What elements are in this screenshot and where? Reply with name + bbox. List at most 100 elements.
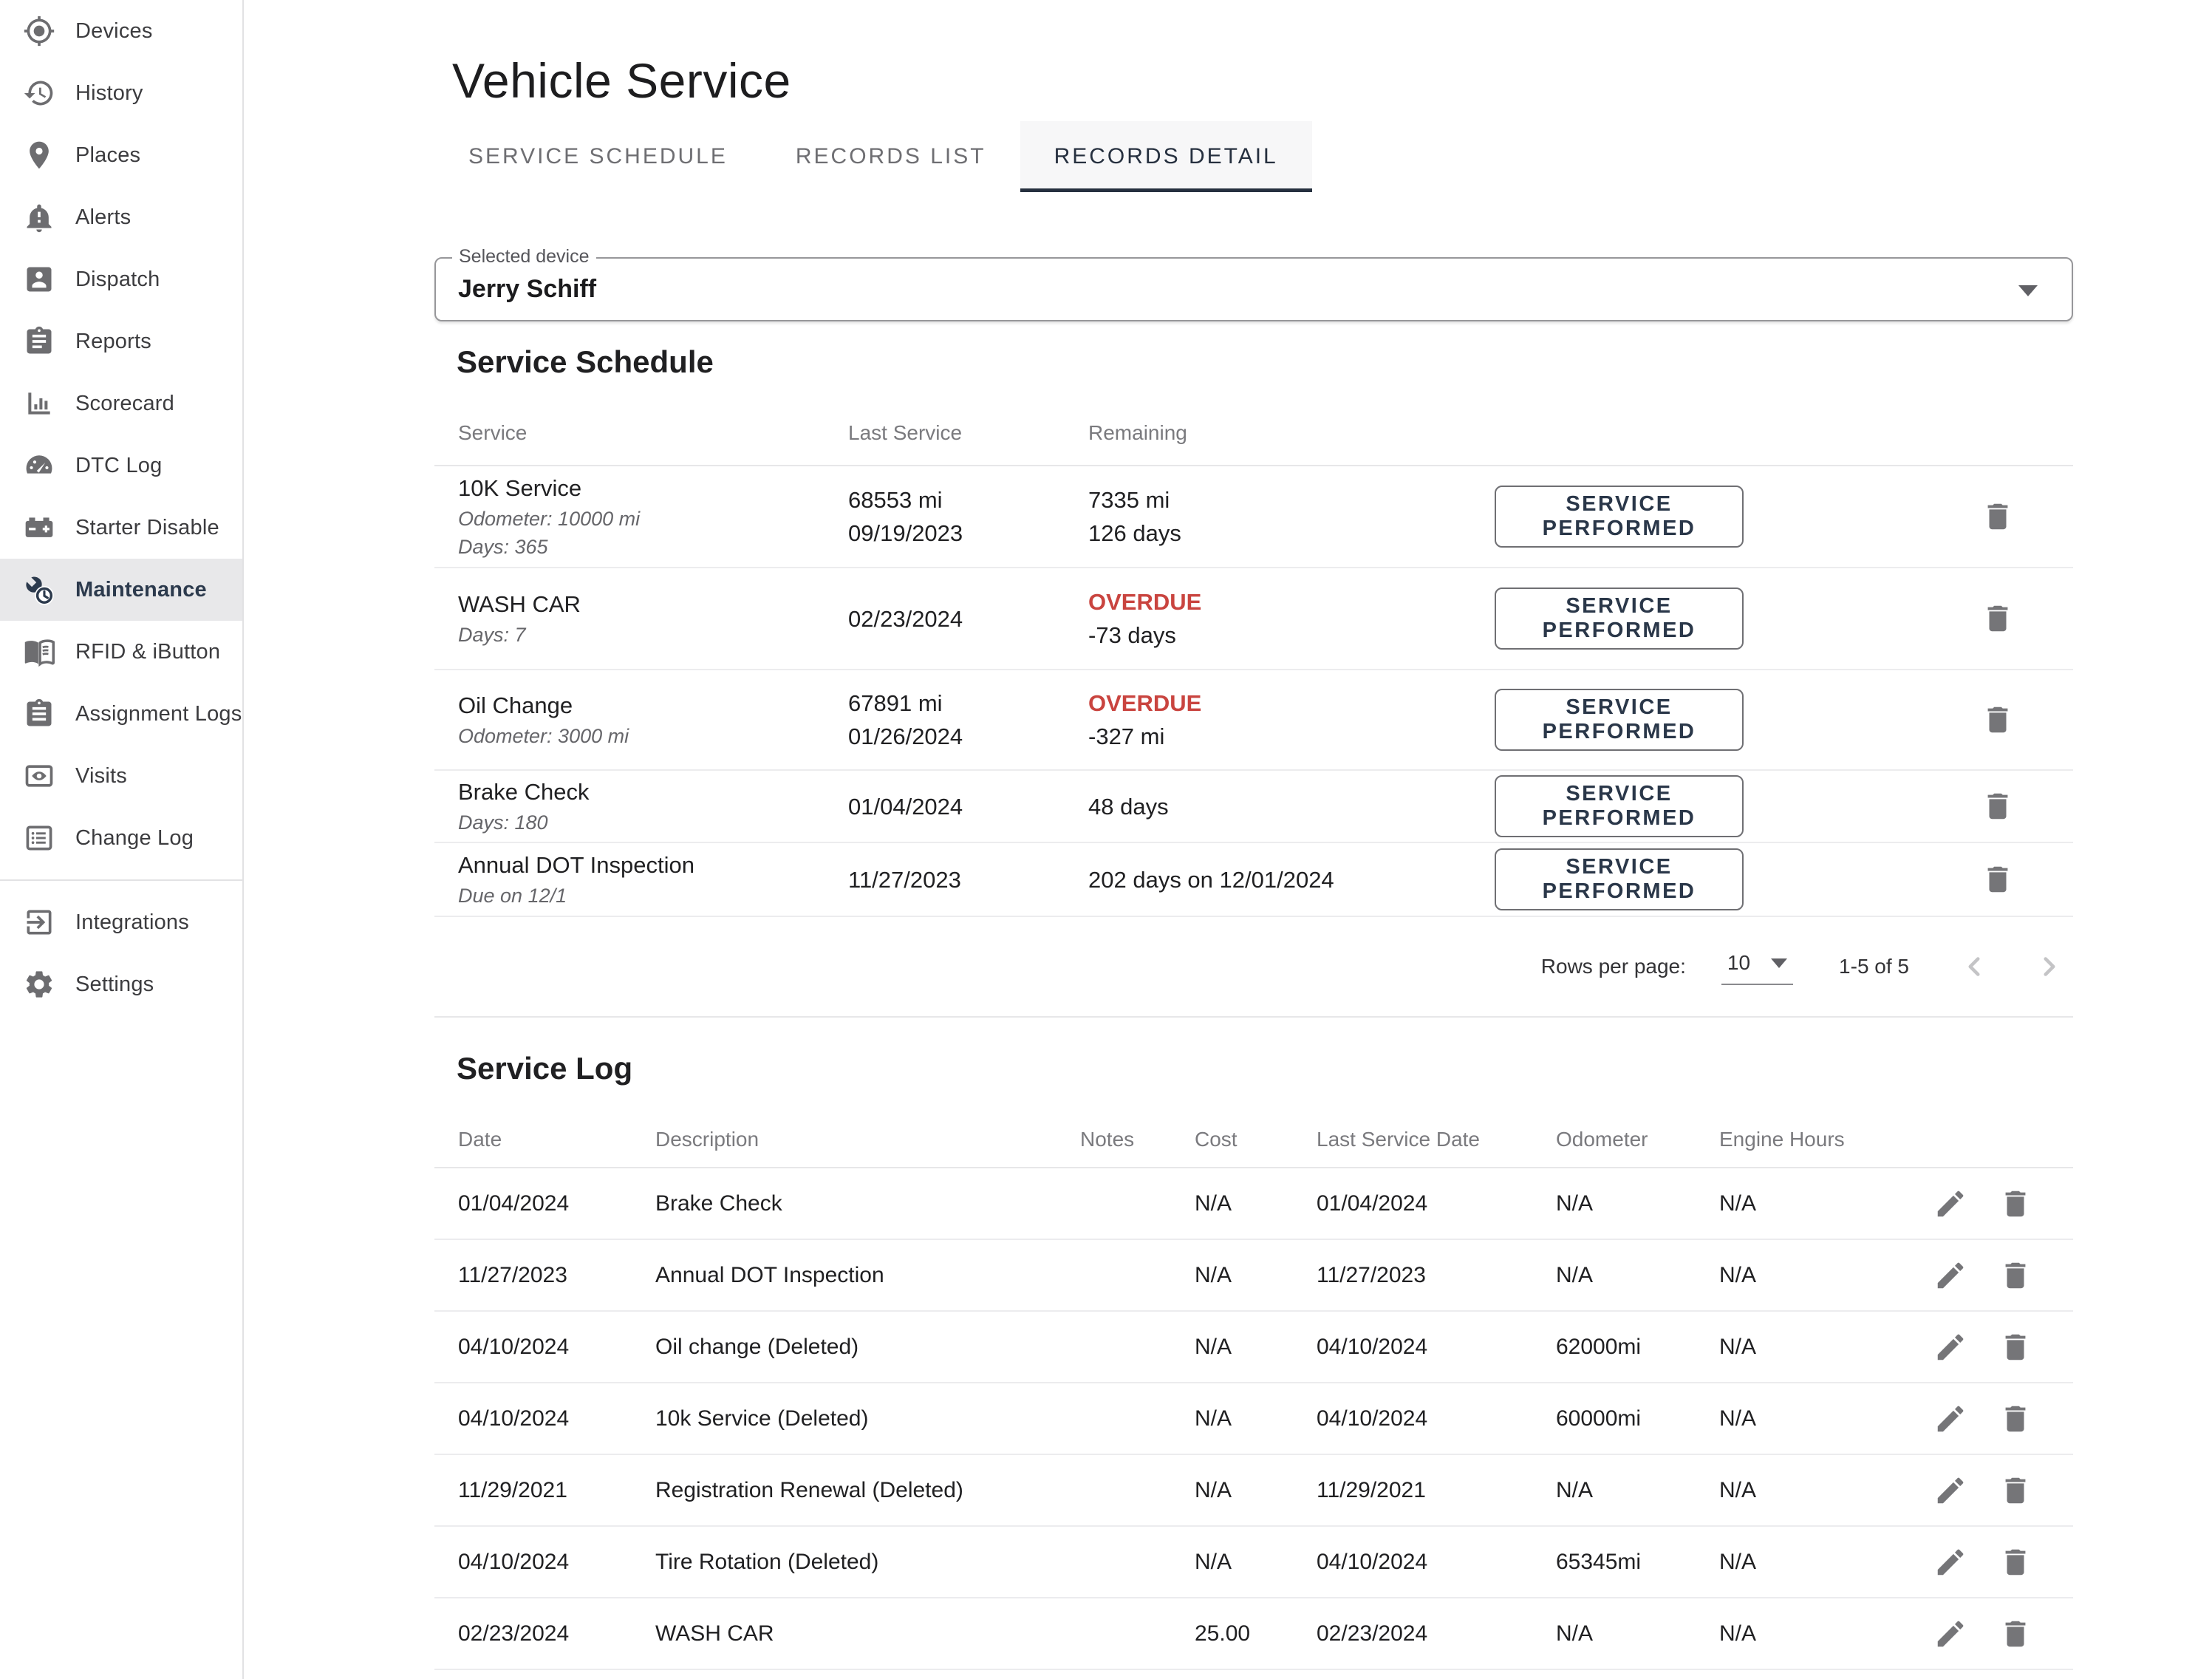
column-header-last-service: Last Service: [848, 421, 1088, 445]
cell-cost: N/A: [1195, 1335, 1317, 1360]
cell-odometer: 60000mi: [1556, 1406, 1719, 1431]
cell-date: 11/27/2023: [458, 1263, 655, 1288]
log-table-row: 02/23/2024 WASH CAR 25.00 02/23/2024 N/A…: [434, 1598, 2073, 1670]
delete-button[interactable]: [1995, 1398, 2036, 1440]
sidebar-item-label: DTC Log: [75, 454, 162, 478]
sidebar-item-label: Visits: [75, 764, 127, 789]
tab-records-detail[interactable]: RECORDS DETAIL: [1020, 121, 1312, 192]
schedule-table-row: WASH CARDays: 7 02/23/2024 OVERDUE-73 da…: [434, 568, 2073, 670]
service-performed-button[interactable]: SERVICE PERFORMED: [1495, 848, 1744, 910]
delete-button[interactable]: [1995, 1326, 2036, 1368]
device-select[interactable]: Selected device Jerry Schiff: [434, 257, 2073, 321]
column-header-service: Service: [458, 421, 848, 445]
cell-engine-hours: N/A: [1719, 1621, 1897, 1646]
delete-button[interactable]: [1977, 786, 2018, 827]
last-service-value: 09/19/2023: [848, 517, 1088, 550]
sidebar-item-dispatch[interactable]: Dispatch: [0, 248, 242, 310]
service-name: Annual DOT Inspection: [458, 849, 848, 882]
sidebar-item-scorecard[interactable]: Scorecard: [0, 372, 242, 435]
service-performed-button[interactable]: SERVICE PERFORMED: [1495, 486, 1744, 548]
edit-button[interactable]: [1930, 1542, 1971, 1583]
delete-button[interactable]: [1995, 1613, 2036, 1655]
column-header-date: Date: [458, 1128, 655, 1151]
edit-button[interactable]: [1930, 1398, 1971, 1440]
sidebar-item-history[interactable]: History: [0, 62, 242, 124]
delete-button[interactable]: [1977, 699, 2018, 740]
sidebar-item-label: Reports: [75, 330, 151, 354]
sidebar-item-places[interactable]: Places: [0, 124, 242, 186]
trash-icon: [1998, 1402, 2032, 1436]
delete-button[interactable]: [1995, 1183, 2036, 1225]
previous-page-button[interactable]: [1956, 949, 1992, 984]
service-detail: Days: 180: [458, 808, 848, 837]
place-icon: [22, 138, 56, 172]
cell-last-service-date: 11/27/2023: [1317, 1263, 1556, 1288]
sidebar-item-change-log[interactable]: Change Log: [0, 807, 242, 869]
service-performed-button[interactable]: SERVICE PERFORMED: [1495, 588, 1744, 650]
edit-button[interactable]: [1930, 1470, 1971, 1511]
edit-icon: [1933, 1259, 1967, 1293]
sidebar-item-label: Change Log: [75, 826, 194, 851]
remaining-value: 126 days: [1088, 517, 1495, 550]
chevron-left-icon: [1959, 951, 1990, 982]
sidebar-item-assignment-logs[interactable]: Assignment Logs: [0, 683, 242, 745]
cell-engine-hours: N/A: [1719, 1335, 1897, 1360]
edit-button[interactable]: [1930, 1613, 1971, 1655]
cell-description: Registration Renewal (Deleted): [655, 1478, 1080, 1503]
tab-records-list[interactable]: RECORDS LIST: [762, 121, 1020, 192]
sidebar-item-dtc-log[interactable]: DTC Log: [0, 435, 242, 497]
device-select-label: Selected device: [452, 246, 596, 268]
book-icon: [22, 635, 56, 669]
edit-button[interactable]: [1930, 1255, 1971, 1296]
tab-service-schedule[interactable]: SERVICE SCHEDULE: [434, 121, 762, 192]
assignment-icon: [22, 697, 56, 731]
log-table-row: 01/04/2024 Brake Check N/A 01/04/2024 N/…: [434, 1168, 2073, 1240]
schedule-table-row: 10K ServiceOdometer: 10000 miDays: 365 6…: [434, 466, 2073, 568]
cell-description: Brake Check: [655, 1191, 1080, 1216]
sidebar-item-label: Scorecard: [75, 392, 174, 416]
service-performed-button[interactable]: SERVICE PERFORMED: [1495, 775, 1744, 837]
chevron-down-icon: [2018, 285, 2038, 296]
cell-service: Oil ChangeOdometer: 3000 mi: [458, 689, 848, 750]
delete-button[interactable]: [1977, 598, 2018, 639]
sidebar-item-rfid-ibutton[interactable]: RFID & iButton: [0, 621, 242, 683]
chevron-right-icon: [2034, 951, 2065, 982]
next-page-button[interactable]: [2032, 949, 2067, 984]
sidebar-item-starter-disable[interactable]: Starter Disable: [0, 497, 242, 559]
sidebar-item-settings[interactable]: Settings: [0, 953, 242, 1015]
page-title: Vehicle Service: [452, 52, 2073, 109]
battery-icon: [22, 511, 56, 545]
service-performed-button[interactable]: SERVICE PERFORMED: [1495, 689, 1744, 751]
trash-icon: [1998, 1330, 2032, 1364]
sidebar-item-label: Integrations: [75, 910, 189, 935]
cell-date: 02/23/2024: [458, 1621, 655, 1646]
remaining-value: -327 mi: [1088, 720, 1495, 753]
delete-button[interactable]: [1977, 496, 2018, 537]
log-table-row: 04/10/2024 Tire Rotation (Deleted) N/A 0…: [434, 1527, 2073, 1598]
rows-per-page-select[interactable]: 10: [1721, 948, 1793, 985]
service-name: 10K Service: [458, 472, 848, 505]
column-header-cost: Cost: [1195, 1128, 1317, 1151]
remaining-value: 48 days: [1088, 790, 1495, 823]
sidebar-item-visits[interactable]: Visits: [0, 745, 242, 807]
sidebar-item-reports[interactable]: Reports: [0, 310, 242, 372]
sidebar-item-alerts[interactable]: Alerts: [0, 186, 242, 248]
reports-icon: [22, 324, 56, 358]
delete-button[interactable]: [1995, 1470, 2036, 1511]
sidebar-item-integrations[interactable]: Integrations: [0, 891, 242, 953]
delete-button[interactable]: [1995, 1255, 2036, 1296]
cell-last-service-date: 01/04/2024: [1317, 1191, 1556, 1216]
edit-button[interactable]: [1930, 1183, 1971, 1225]
cell-last-service-date: 11/29/2021: [1317, 1478, 1556, 1503]
delete-button[interactable]: [1977, 859, 2018, 900]
cell-odometer: 65345mi: [1556, 1550, 1719, 1575]
edit-button[interactable]: [1930, 1326, 1971, 1368]
cell-last-service-date: 04/10/2024: [1317, 1335, 1556, 1360]
cell-last-service-date: 02/23/2024: [1317, 1621, 1556, 1646]
delete-button[interactable]: [1995, 1542, 2036, 1583]
log-table-row: 11/27/2023 Annual DOT Inspection N/A 11/…: [434, 1240, 2073, 1312]
sidebar-item-devices[interactable]: Devices: [0, 0, 242, 62]
sidebar-item-maintenance[interactable]: Maintenance: [0, 559, 242, 621]
cell-last-service: 67891 mi01/26/2024: [848, 687, 1088, 753]
edit-icon: [1933, 1474, 1967, 1508]
